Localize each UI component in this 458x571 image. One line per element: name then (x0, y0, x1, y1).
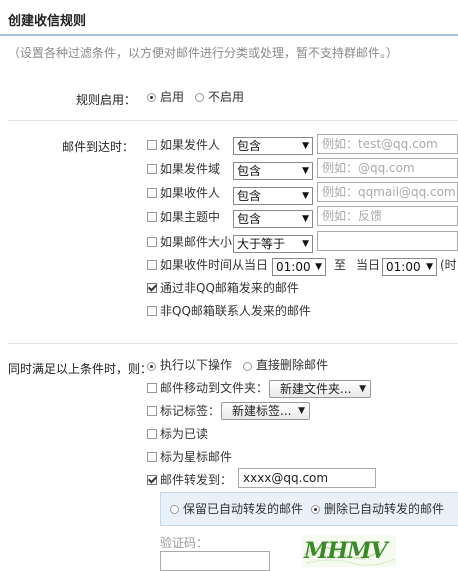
mark-read-label: 标为已读 (160, 427, 209, 441)
delete-auto-label[interactable]: 删除已自动转发的邮件 (324, 500, 444, 517)
tag-label: 标记标签： (160, 404, 221, 418)
size-checkbox[interactable] (147, 237, 157, 247)
recipient-checkbox[interactable] (147, 188, 157, 198)
keep-auto-label[interactable]: 保留已自动转发的邮件 (183, 500, 303, 517)
chevron-down-icon: ▼ (302, 191, 309, 201)
sender-op-select[interactable]: 包含 ▼ (233, 137, 313, 155)
chevron-down-icon: ▼ (426, 262, 433, 272)
time-to-label: 至 (334, 258, 347, 272)
mark-star-label: 标为星标邮件 (160, 450, 233, 464)
delete-radio[interactable] (243, 362, 252, 371)
forward-label: 邮件转发到： (160, 473, 233, 487)
sender-checkbox[interactable] (147, 140, 157, 150)
chevron-down-icon: ▼ (302, 141, 309, 151)
enable-label: 规则启用： (76, 93, 137, 107)
size-op-select[interactable]: 大于等于 ▼ (233, 235, 313, 253)
enable-off-radio[interactable] (195, 93, 204, 102)
actions-label: 同时满足以上条件时，则： (8, 362, 153, 376)
captcha-image[interactable]: MHMV (302, 535, 396, 567)
enable-on-label[interactable]: 启用 (160, 88, 184, 105)
subject-label: 如果主题中 (160, 210, 221, 224)
time-tail-label: (时 (440, 258, 457, 272)
mark-star-checkbox[interactable] (147, 452, 157, 462)
recipient-label: 如果收件人 (160, 186, 221, 200)
arrival-label: 邮件到达时： (62, 140, 135, 154)
enable-on-radio[interactable] (147, 93, 156, 102)
page-description: （设置各种过滤条件，以方便对邮件进行分类或处理，暂不支持群邮件。） (8, 46, 399, 60)
time-same-day-label: 当日 (356, 258, 381, 272)
time-label: 如果收件时间从当日 (160, 258, 269, 272)
sender-domain-op-select[interactable]: 包含 ▼ (233, 162, 313, 180)
time-from-select[interactable]: 01:00 ▼ (272, 258, 326, 276)
recipient-input[interactable]: 例如：qqmail@qq.com (317, 182, 458, 202)
title-divider (0, 34, 458, 36)
time-checkbox[interactable] (147, 260, 157, 270)
chevron-down-icon: ▼ (302, 239, 309, 249)
exec-radio[interactable] (147, 362, 156, 371)
move-label: 邮件移动到文件夹： (160, 381, 269, 395)
subject-checkbox[interactable] (147, 212, 157, 222)
delete-label[interactable]: 直接删除邮件 (256, 356, 328, 373)
captcha-label: 验证码： (160, 536, 209, 550)
section-divider (8, 120, 458, 121)
sender-domain-checkbox[interactable] (147, 164, 157, 174)
sender-domain-input[interactable]: 例如：@qq.com (317, 158, 458, 178)
enable-off-label[interactable]: 不启用 (208, 88, 244, 105)
recipient-op-select[interactable]: 包含 ▼ (233, 187, 313, 205)
mark-read-checkbox[interactable] (147, 429, 157, 439)
captcha-text: MHMV (304, 538, 388, 564)
keep-auto-radio[interactable] (170, 505, 179, 514)
page-title: 创建收信规则 (8, 14, 87, 29)
move-checkbox[interactable] (147, 383, 157, 393)
time-to-select[interactable]: 01:00 ▼ (382, 258, 437, 276)
subject-op-select[interactable]: 包含 ▼ (233, 210, 313, 228)
size-label: 如果邮件大小 (160, 235, 233, 249)
subject-input[interactable]: 例如：反馈 (317, 206, 458, 226)
forward-email-input[interactable]: xxxx@qq.com (238, 468, 376, 488)
chevron-down-icon: ▼ (302, 214, 309, 224)
tag-checkbox[interactable] (147, 406, 157, 416)
chevron-down-icon: ▼ (315, 262, 322, 272)
non-contact-label: 非QQ邮箱联系人发来的邮件 (160, 304, 311, 318)
chevron-down-icon: ▼ (359, 384, 366, 394)
non-qq-label: 通过非QQ邮箱发来的邮件 (160, 281, 299, 295)
forward-checkbox[interactable] (147, 475, 157, 485)
chevron-down-icon: ▼ (298, 406, 305, 416)
move-folder-select[interactable]: 新建文件夹... ▼ (269, 380, 371, 398)
sender-label: 如果发件人 (160, 138, 221, 152)
tag-select[interactable]: 新建标签... ▼ (221, 402, 310, 420)
size-input[interactable] (317, 231, 458, 251)
delete-auto-radio[interactable] (311, 505, 320, 514)
non-qq-checkbox[interactable] (147, 283, 157, 293)
sender-domain-label: 如果发件域 (160, 162, 221, 176)
non-contact-checkbox[interactable] (147, 306, 157, 316)
captcha-input[interactable] (160, 551, 270, 571)
section-divider (8, 343, 458, 344)
sender-input[interactable]: 例如：test@qq.com (317, 134, 458, 154)
exec-label[interactable]: 执行以下操作 (160, 356, 232, 373)
chevron-down-icon: ▼ (302, 166, 309, 176)
